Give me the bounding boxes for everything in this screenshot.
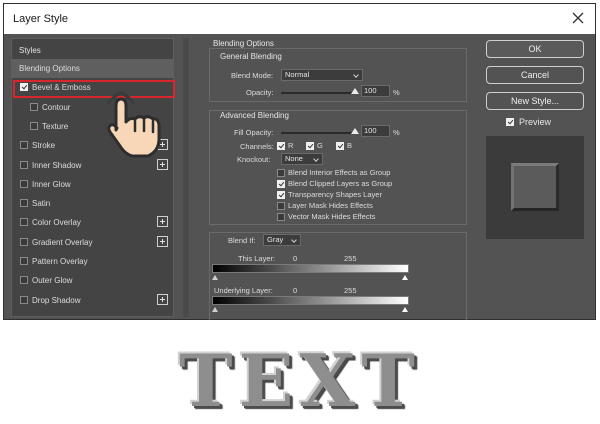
fill-opacity-unit: % [393,128,400,137]
title-bar: Layer Style [4,4,595,34]
style-item-drop-shadow[interactable]: Drop Shadow [12,291,173,310]
preview-label: Preview [519,117,552,127]
underlying-layer-white-handle[interactable] [402,307,408,312]
option-label: Blend Interior Effects as Group [288,168,391,177]
underlying-layer-gradient[interactable] [212,296,409,305]
knockout-select[interactable]: None [281,153,323,165]
preview-bevel-square [511,163,559,211]
preview-check[interactable] [506,118,514,126]
style-item-label: Gradient Overlay [32,237,93,247]
fill-opacity-slider[interactable] [281,132,355,134]
advanced-blending-title: Advanced Blending [220,111,289,120]
blend-if-group [209,232,467,320]
general-blending-title: General Blending [220,52,282,61]
style-item-inner-glow[interactable]: Inner Glow [12,175,173,194]
styles-scrollbar[interactable] [183,38,189,317]
channels-label: Channels: [240,142,274,151]
style-item-satin[interactable]: Satin [12,194,173,213]
opacity-unit: % [393,88,400,97]
style-item-label: Inner Shadow [32,160,82,170]
style-checkbox[interactable] [20,218,28,227]
style-item-pattern-overlay[interactable]: Pattern Overlay [12,252,173,271]
channel-b-check[interactable] [336,142,344,150]
style-item-label: Contour [42,102,71,112]
preview-thumbnail [486,136,584,239]
style-item-label: Satin [32,199,51,209]
channel-g-check[interactable] [306,142,314,150]
fill-opacity-label: Fill Opacity: [234,128,274,137]
style-item-color-overlay[interactable]: Color Overlay [12,213,173,232]
dialog-title: Layer Style [13,13,69,25]
close-icon[interactable] [569,9,587,27]
channel-r-label: R [288,141,294,150]
blend-mode-select[interactable]: Normal [281,69,363,81]
add-effect-plus-icon[interactable] [157,235,168,247]
this-layer-min: 0 [293,254,298,263]
style-item-label: Drop Shadow [32,295,81,305]
embossed-sample-text: TEXT [179,338,421,423]
style-item-gradient-overlay[interactable]: Gradient Overlay [12,233,173,252]
style-checkbox[interactable] [30,102,38,111]
option-checkbox[interactable] [277,213,285,221]
blending-options-title: Blending Options [213,39,274,48]
fill-opacity-slider-thumb[interactable] [351,128,359,134]
option-label: Transparency Shapes Layer [288,190,382,199]
this-layer-label: This Layer: [238,254,276,263]
style-item-label: Texture [42,121,69,131]
style-checkbox[interactable] [20,295,28,304]
blend-mode-label: Blend Mode: [231,71,274,80]
this-layer-max: 255 [344,254,357,263]
option-checkbox[interactable] [277,191,285,199]
underlying-layer-black-handle[interactable] [212,307,218,312]
style-item-label: Stroke [32,141,56,151]
ok-button[interactable]: OK [486,40,584,58]
style-item-label: Blending Options [19,64,80,73]
stage: Layer Style Styles Blending Options Bevel… [0,0,600,424]
channel-g-label: G [317,141,323,150]
add-effect-plus-icon[interactable] [157,216,168,228]
blend-if-select[interactable]: Gray [263,234,301,246]
this-layer-gradient[interactable] [212,264,409,273]
fill-opacity-input[interactable]: 100 [361,125,390,137]
style-checkbox[interactable] [20,237,28,246]
style-checkbox[interactable] [20,141,28,150]
style-checkbox[interactable] [20,199,28,208]
opacity-slider[interactable] [281,92,355,94]
styles-header: Styles [19,46,41,55]
option-checkbox[interactable] [277,202,285,210]
this-layer-black-handle[interactable] [212,275,218,280]
add-effect-plus-icon[interactable] [157,293,168,305]
option-label: Layer Mask Hides Effects [288,201,373,210]
blend-if-label: Blend If: [228,236,256,245]
hand-pointer-icon [107,91,161,158]
opacity-input[interactable]: 100 [361,85,390,97]
style-item-label: Pattern Overlay [32,257,88,266]
underlying-layer-max: 255 [344,286,357,295]
style-checkbox[interactable] [20,160,28,169]
style-checkbox[interactable] [30,121,38,130]
knockout-label: Knockout: [237,155,271,164]
option-label: Vector Mask Hides Effects [288,212,376,221]
style-item-blending-options[interactable]: Blending Options [12,59,173,78]
style-item-label: Inner Glow [32,179,71,189]
style-item-label: Outer Glow [32,276,73,286]
new-style-button[interactable]: New Style... [486,92,584,110]
option-checkbox[interactable] [277,180,285,188]
option-label: Blend Clipped Layers as Group [288,179,393,188]
channel-b-label: B [347,141,353,150]
style-checkbox[interactable] [20,257,28,265]
option-checkbox[interactable] [277,169,285,177]
opacity-label: Opacity: [246,88,274,97]
channel-r-check[interactable] [277,142,285,150]
style-item-label: Color Overlay [32,218,81,228]
style-checkbox[interactable] [20,179,28,188]
opacity-slider-thumb[interactable] [351,88,359,94]
underlying-layer-label: Underlying Layer: [214,286,273,295]
this-layer-white-handle[interactable] [402,275,408,280]
cancel-button[interactable]: Cancel [486,66,584,84]
style-checkbox[interactable] [20,276,28,285]
underlying-layer-min: 0 [293,286,298,295]
style-item-outer-glow[interactable]: Outer Glow [12,271,173,290]
